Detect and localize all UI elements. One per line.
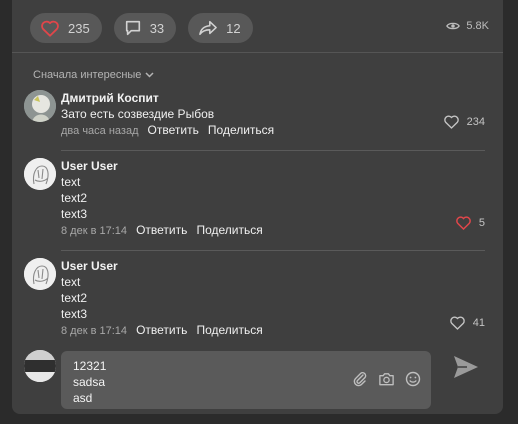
comment-meta: 8 дек в 17:14 Ответить Поделиться (61, 222, 485, 239)
avatar[interactable] (24, 90, 56, 122)
chevron-down-icon (145, 72, 154, 78)
send-button[interactable] (453, 355, 479, 384)
comment-text: Зато есть созвездие Рыбов (61, 107, 215, 121)
comment-input-line: asd (73, 391, 93, 405)
avatar[interactable] (24, 258, 56, 290)
camera-icon[interactable] (378, 371, 395, 387)
heart-icon (443, 115, 459, 129)
comment-text-line: text3 (61, 207, 88, 221)
like-button[interactable]: 235 (30, 13, 102, 43)
avatar-photo (24, 90, 56, 122)
comment-time: 8 дек в 17:14 (61, 225, 128, 237)
comment-button[interactable]: 33 (113, 13, 177, 43)
comment-count: 33 (149, 20, 165, 36)
avatar-sketch (24, 158, 56, 190)
comment-time: два часа назад (61, 125, 139, 137)
comment-like-button[interactable]: 234 (443, 114, 485, 129)
share-link[interactable]: Поделиться (196, 323, 262, 337)
avatar-photo (24, 350, 56, 382)
like-count: 235 (68, 20, 90, 36)
comment-input[interactable]: 12321 sadsa asd (61, 351, 431, 409)
comment-separator (61, 250, 485, 251)
comment-item: User User text text2 text3 8 дек в 17:14… (24, 258, 485, 340)
comment-author[interactable]: Дмитрий Коспит (61, 90, 485, 106)
comment-text-line: text2 (61, 291, 88, 305)
heart-icon (449, 316, 465, 330)
comment-meta: два часа назад Ответить Поделиться (61, 122, 485, 139)
eye-icon (446, 22, 461, 30)
comment-like-button[interactable]: 41 (449, 315, 485, 330)
reply-button[interactable]: Ответить (136, 223, 187, 237)
post-panel: 235 33 12 5.8K Сначала интересные Дмитри… (12, 0, 503, 414)
share-link[interactable]: Поделиться (208, 123, 274, 137)
avatar (24, 350, 56, 382)
comment-author[interactable]: User User (61, 158, 485, 174)
comment-like-count: 41 (472, 316, 485, 329)
send-icon (454, 356, 478, 378)
composer-tools (352, 371, 421, 387)
share-icon (199, 20, 218, 36)
reply-button[interactable]: Ответить (148, 123, 199, 137)
comment-time: 8 дек в 17:14 (61, 325, 128, 337)
sort-dropdown[interactable]: Сначала интересные (33, 69, 154, 81)
comment-text-line: text (61, 275, 81, 289)
comment-like-button[interactable]: 5 (455, 215, 485, 230)
comment-meta: 8 дек в 17:14 Ответить Поделиться (61, 322, 485, 339)
paperclip-icon[interactable] (352, 371, 368, 387)
smile-icon[interactable] (405, 371, 421, 387)
comment-separator (61, 150, 485, 151)
share-button[interactable]: 12 (188, 13, 253, 43)
sort-label: Сначала интересные (33, 69, 142, 81)
share-link[interactable]: Поделиться (196, 223, 262, 237)
avatar[interactable] (24, 158, 56, 190)
avatar-sketch (24, 258, 56, 290)
comment-text-line: text2 (61, 191, 88, 205)
comment-item: User User text text2 text3 8 дек в 17:14… (24, 158, 485, 240)
comment-text-line: text (61, 175, 81, 189)
divider (12, 52, 503, 53)
post-actions: 235 33 12 (30, 13, 253, 43)
comment-author[interactable]: User User (61, 258, 485, 274)
comment-icon (125, 20, 140, 36)
heart-icon (456, 216, 471, 230)
reply-button[interactable]: Ответить (136, 323, 187, 337)
share-count: 12 (226, 20, 241, 36)
comment-text-line: text3 (61, 307, 88, 321)
comment-like-count: 5 (478, 216, 485, 229)
views-counter: 5.8K (446, 20, 489, 32)
views-count: 5.8K (466, 20, 489, 32)
comment-item: Дмитрий Коспит Зато есть созвездие Рыбов… (24, 90, 485, 140)
heart-icon (41, 20, 59, 37)
comment-like-count: 234 (466, 115, 485, 128)
